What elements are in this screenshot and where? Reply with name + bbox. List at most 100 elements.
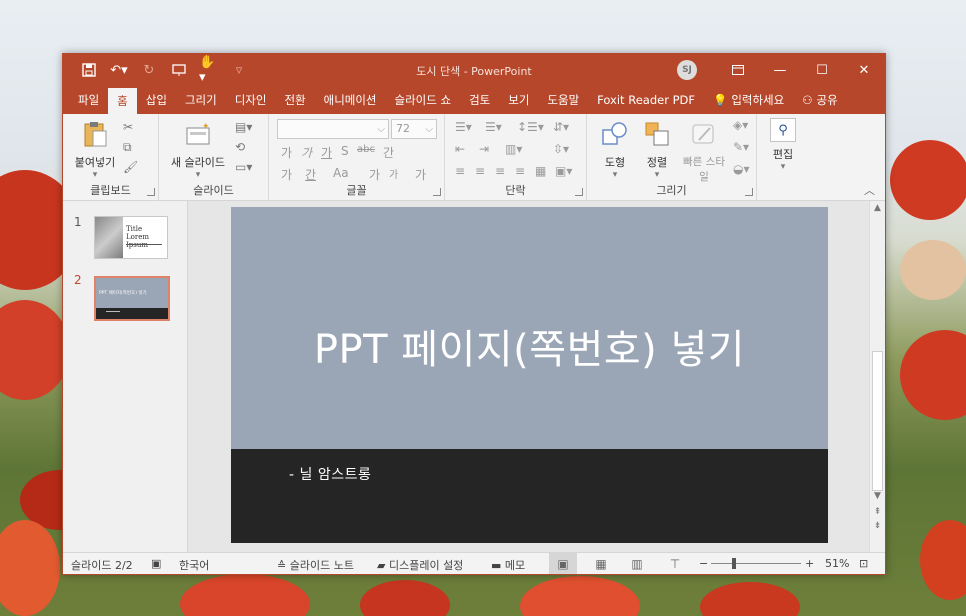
previous-slide-icon[interactable]: ⇞ [870,507,885,517]
present-icon[interactable] [169,60,189,80]
maximize-icon[interactable]: ☐ [801,54,843,86]
section-icon[interactable]: ▭▾ [235,160,252,174]
tab-file[interactable]: 파일 [69,86,108,114]
text-direction-icon[interactable]: ⇵▾ [553,120,569,134]
zoom-slider[interactable] [711,563,801,564]
zoom-level[interactable]: 51% [825,557,849,570]
tab-foxit[interactable]: Foxit Reader PDF [588,86,704,114]
slide-thumbnail-2[interactable]: PPT 페이지(쪽번호) 넣기 [94,276,170,321]
tab-draw[interactable]: 그리기 [176,86,226,114]
decrease-font-icon[interactable]: 가 [389,166,398,181]
shadow-icon[interactable]: S [341,144,349,158]
copy-icon[interactable]: ⧉ [123,140,132,155]
tab-review[interactable]: 검토 [460,86,499,114]
scroll-thumb[interactable] [872,351,883,491]
distributed-icon[interactable]: ▦ [535,164,546,178]
slide-sorter-icon[interactable]: ▦ [587,553,615,574]
spellcheck-icon[interactable]: ▣ [151,557,161,570]
language-indicator[interactable]: 한국어 [179,557,209,573]
tab-help[interactable]: 도움말 [538,86,588,114]
quick-styles-button[interactable]: 빠른 스타일 [681,120,727,184]
shape-fill-icon[interactable]: ◈▾ [733,118,748,132]
normal-view-icon[interactable]: ▣ [549,553,577,574]
align-right-icon[interactable]: ≡ [495,164,505,178]
layout-icon[interactable]: ▤▾ [235,120,252,134]
arrange-button[interactable]: 정렬 ▾ [637,120,677,180]
zoom-slider-thumb[interactable] [731,558,736,569]
zoom-out-button[interactable]: − [699,557,708,570]
paragraph-launcher-icon[interactable] [575,188,583,196]
font-launcher-icon[interactable] [433,188,441,196]
fit-to-window-icon[interactable]: ⊡ [859,557,868,570]
minimize-icon[interactable]: — [759,54,801,86]
tell-me-box[interactable]: 💡 입력하세요 [704,86,793,114]
slide-title[interactable]: PPT 페이지(쪽번호) 넣기 [231,317,828,375]
tab-transitions[interactable]: 전환 [275,86,314,114]
align-text-icon[interactable]: ⇳▾ [553,142,569,156]
line-spacing-icon[interactable]: ↕☰▾ [517,120,544,134]
drawing-launcher-icon[interactable] [745,188,753,196]
ribbon-display-icon[interactable] [717,54,759,86]
notes-button[interactable]: ≙ 슬라이드 노트 [277,557,354,573]
align-left-icon[interactable]: ≡ [455,164,465,178]
tab-design[interactable]: 디자인 [226,86,276,114]
clear-format-icon[interactable]: 가 [415,166,426,183]
vertical-scrollbar[interactable]: ▲ ▼ ⇞ ⇟ [869,201,885,552]
bullets-icon[interactable]: ☰▾ [455,120,472,134]
scroll-up-icon[interactable]: ▲ [870,203,885,213]
increase-indent-icon[interactable]: ⇥ [479,142,489,156]
comments-button[interactable]: ▬ 메모 [491,557,525,573]
font-color-icon[interactable]: 간 [305,166,316,183]
bold-icon[interactable]: 가 [281,144,292,161]
align-center-icon[interactable]: ≡ [475,164,485,178]
quick-styles-icon [692,124,714,144]
font-name-combo[interactable]: ⌵ [277,119,389,139]
tab-view[interactable]: 보기 [499,86,538,114]
slide-subtitle[interactable]: - 닐 암스트롱 [289,464,371,484]
tab-slideshow[interactable]: 슬라이드 쇼 [386,86,461,114]
new-slide-button[interactable]: ✦ 새 슬라이드 ▾ [165,120,231,180]
edit-button[interactable]: ⚲ 편집 ▾ [765,118,801,172]
tab-insert[interactable]: 삽입 [137,86,176,114]
paste-button[interactable]: 붙여넣기 ▾ [69,120,121,180]
close-icon[interactable]: ✕ [843,54,885,86]
shape-effects-icon[interactable]: ◒▾ [733,162,750,176]
undo-icon[interactable]: ↶▾ [109,60,129,80]
redo-icon[interactable]: ↻ [139,60,159,80]
reading-view-icon[interactable]: ▥ [623,553,651,574]
format-painter-icon[interactable]: 🖌 [123,160,138,174]
customize-icon[interactable]: ▿ [229,60,249,80]
tab-animations[interactable]: 애니메이션 [315,86,386,114]
font-size-combo[interactable]: 72 ⌵ [391,119,437,139]
tab-home[interactable]: 홈 [108,88,137,114]
shape-outline-icon[interactable]: ✎▾ [733,140,749,154]
next-slide-icon[interactable]: ⇟ [870,521,885,531]
italic-icon[interactable]: 가 [301,144,312,161]
change-case-icon[interactable]: Aa [333,166,349,180]
underline-icon[interactable]: 가 [321,144,332,161]
scroll-down-icon[interactable]: ▼ [870,491,885,501]
touch-mode-icon[interactable]: ✋▾ [199,55,219,85]
slideshow-view-icon[interactable]: ⊤ [661,553,689,574]
reset-icon[interactable]: ⟲ [235,140,245,154]
strikethrough-icon[interactable]: abc [357,144,375,155]
increase-font-icon[interactable]: 가 [369,166,380,183]
shapes-button[interactable]: 도형 ▾ [595,120,635,180]
cut-icon[interactable]: ✂ [123,120,133,134]
save-icon[interactable] [79,60,99,80]
justify-icon[interactable]: ≡ [515,164,525,178]
user-avatar[interactable]: SJ [677,60,697,80]
decrease-indent-icon[interactable]: ⇤ [455,142,465,156]
display-settings-button[interactable]: ▰ 디스플레이 설정 [377,557,463,573]
collapse-ribbon-icon[interactable]: ︿ [864,182,875,198]
share-button[interactable]: ⚇ 공유 [793,86,846,114]
slide-thumbnail-1[interactable]: Title Lorem Ipsum [94,216,168,259]
zoom-in-button[interactable]: + [805,557,814,570]
clipboard-launcher-icon[interactable] [147,188,155,196]
smartart-icon[interactable]: ▣▾ [555,164,572,178]
numbering-icon[interactable]: ☰▾ [485,120,502,134]
current-slide[interactable]: PPT 페이지(쪽번호) 넣기 - 닐 암스트롱 [231,207,828,543]
text-effects-icon[interactable]: 가 [281,166,292,183]
columns-icon[interactable]: ▥▾ [505,142,522,156]
char-spacing-icon[interactable]: 간 [383,144,394,161]
